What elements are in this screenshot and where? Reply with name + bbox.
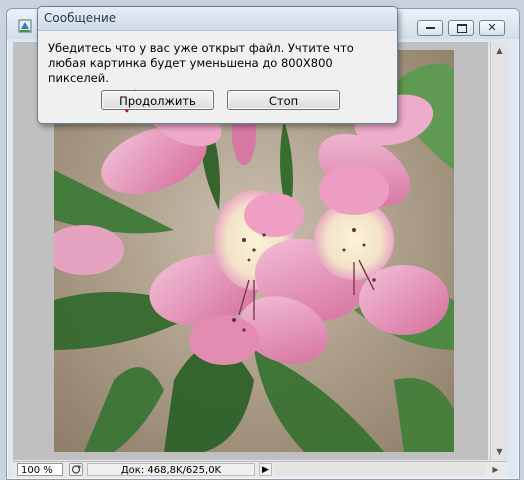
vertical-scrollbar[interactable]: ▲ ▼ (490, 42, 508, 460)
maximize-icon (457, 24, 467, 33)
refresh-icon (71, 465, 81, 474)
maximize-button[interactable] (448, 20, 474, 36)
dialog-message: Убедитесь что у вас уже открыт файл. Учт… (48, 41, 354, 85)
message-dialog: Сообщение Убедитесь что у вас уже открыт… (37, 6, 398, 124)
status-menu-icon[interactable] (69, 463, 83, 476)
dialog-title: Сообщение (44, 11, 117, 25)
horizontal-scrollbar[interactable] (275, 463, 485, 476)
minimize-icon (426, 27, 435, 29)
close-button[interactable]: ✕ (479, 20, 505, 36)
minimize-button[interactable] (417, 20, 443, 36)
scroll-up-icon[interactable]: ▲ (491, 42, 508, 59)
scroll-down-icon[interactable]: ▼ (491, 443, 508, 460)
stop-button[interactable]: Стоп (227, 90, 340, 110)
status-bar: 100 % Док: 468,8K/625,0K ▶ ▶ (13, 461, 507, 478)
photoshop-document-icon (18, 19, 32, 33)
scroll-right-icon[interactable]: ▶ (489, 463, 502, 476)
dialog-titlebar[interactable]: Сообщение (38, 7, 397, 31)
continue-button[interactable]: Продолжить (101, 90, 214, 110)
status-arrow-icon[interactable]: ▶ (259, 463, 272, 476)
close-icon: ✕ (487, 21, 497, 34)
zoom-field[interactable]: 100 % (17, 463, 63, 476)
document-size-info: Док: 468,8K/625,0K (87, 463, 255, 476)
